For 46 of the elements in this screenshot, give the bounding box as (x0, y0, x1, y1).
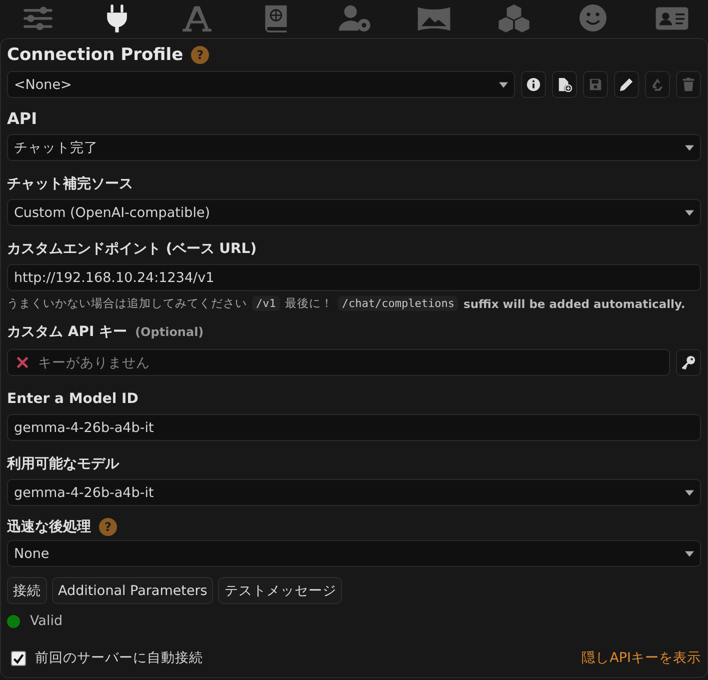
field-label: API (7, 110, 38, 128)
icon-button[interactable] (676, 349, 701, 376)
field-label: 利用可能なモデル (7, 455, 120, 473)
api-key-field[interactable]: キーがありません (7, 349, 670, 376)
trash-icon (681, 77, 696, 92)
cubes-icon (496, 3, 532, 33)
model-dropdown[interactable]: gemma-4-26b-a4b-it (7, 479, 701, 506)
optional-label: (Optional) (135, 325, 204, 339)
icon-button[interactable] (521, 71, 546, 98)
field-label: カスタム API キー (7, 323, 128, 341)
action-button[interactable]: 接続 (7, 577, 47, 604)
pencil-icon (619, 77, 634, 92)
profile-dropdown[interactable]: <None> (7, 71, 515, 98)
endpoint-field[interactable]: http://192.168.10.24:1234/v1 (7, 264, 701, 291)
status-text: Valid (30, 613, 63, 629)
action-button[interactable]: テストメッセージ (218, 577, 342, 604)
cross-icon (16, 356, 29, 369)
field-label: Enter a Model ID (7, 390, 140, 408)
hint-text: うまくいかない場合は追加してみてください (7, 296, 247, 311)
code-snippet: /v1 (252, 296, 280, 311)
field-label: 迅速な後処理 (7, 518, 91, 536)
model-id-field[interactable]: gemma-4-26b-a4b-it (7, 414, 701, 441)
action-button[interactable]: Additional Parameters (52, 577, 214, 604)
checkbox-label: 前回のサーバーに自動接続 (35, 649, 203, 667)
hint-text: 最後に！ (284, 296, 333, 311)
caret-icon (685, 550, 694, 556)
caret-icon (685, 490, 694, 496)
post-processing-dropdown[interactable]: None (7, 540, 701, 567)
field-label: カスタムエンドポイント (ベース URL) (7, 240, 258, 258)
caret-icon (499, 82, 508, 88)
caret-icon (685, 144, 694, 150)
icon-button[interactable] (614, 71, 639, 98)
file-plus-icon (557, 77, 572, 92)
code-snippet: /chat/completions (338, 296, 458, 311)
section-title: Connection Profile (7, 44, 184, 67)
icon-button[interactable] (552, 71, 577, 98)
api-dropdown[interactable]: チャット完了 (7, 134, 701, 161)
checkbox[interactable] (11, 650, 26, 666)
save-icon (588, 77, 603, 92)
show-keys-link[interactable]: 隠しAPIキーを表示 (582, 649, 701, 667)
field-label: チャット補完ソース (7, 175, 134, 193)
source-dropdown[interactable]: Custom (OpenAI-compatible) (7, 199, 701, 226)
info-icon (526, 77, 541, 92)
hint-text: suffix will be added automatically. (463, 296, 686, 310)
caret-icon (685, 210, 694, 216)
key-icon (681, 355, 696, 370)
